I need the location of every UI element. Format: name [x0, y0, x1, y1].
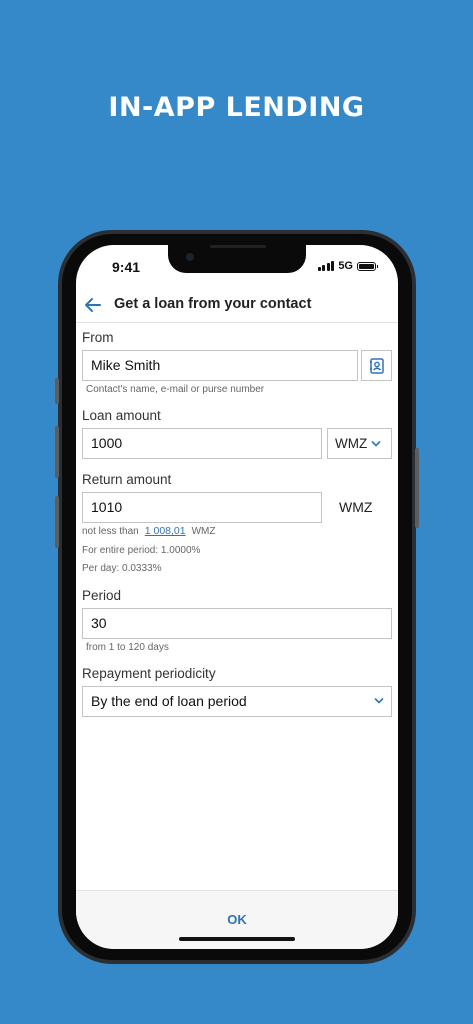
phone-screen: 9:41 5G Get a loan from your contact Fro… [76, 245, 398, 949]
per-day-rate: Per day: 0.0333% [82, 563, 162, 574]
chevron-down-icon [371, 440, 381, 447]
from-hint: Contact's name, e-mail or purse number [86, 384, 265, 395]
battery-icon [357, 261, 378, 271]
status-indicators: 5G [317, 260, 378, 272]
repayment-select[interactable]: By the end of loan period [82, 686, 392, 717]
loan-currency-select[interactable]: WMZ [327, 428, 392, 459]
from-label: From [82, 330, 114, 345]
period-label: Period [82, 588, 122, 603]
min-return-link[interactable]: 1 008,01 [145, 525, 186, 537]
chevron-down-icon [374, 698, 384, 704]
loan-amount-input[interactable]: 1000 [82, 428, 322, 459]
page-title: Get a loan from your contact [114, 296, 312, 312]
mute-switch [55, 378, 59, 404]
status-time: 9:41 [112, 259, 141, 275]
loan-amount-label: Loan amount [82, 408, 161, 423]
min-return-prefix: not less than [82, 526, 139, 537]
speaker [210, 245, 266, 248]
notch [168, 245, 306, 273]
contact-book-icon [369, 357, 384, 374]
from-input[interactable]: Mike Smith [82, 350, 358, 381]
home-indicator [179, 937, 295, 941]
repayment-value: By the end of loan period [91, 693, 247, 709]
signal-icon [317, 261, 335, 271]
volume-down-button [55, 496, 59, 548]
network-type: 5G [338, 260, 353, 272]
entire-period-rate: For entire period: 1.0000% [82, 545, 201, 556]
repayment-label: Repayment periodicity [82, 666, 216, 681]
app-header: Get a loan from your contact [76, 288, 398, 323]
contact-picker-button[interactable] [361, 350, 392, 381]
min-return-currency: WMZ [191, 526, 216, 537]
period-input[interactable]: 30 [82, 608, 392, 639]
camera-icon [186, 253, 194, 261]
min-return-line: not less than 1 008,01 WMZ [82, 525, 215, 537]
volume-up-button [55, 426, 59, 478]
return-amount-input[interactable]: 1010 [82, 492, 322, 523]
promo-title: IN-APP LENDING [108, 92, 365, 123]
back-arrow-icon[interactable] [82, 294, 104, 316]
phone-frame: 9:41 5G Get a loan from your contact Fro… [55, 230, 419, 964]
loan-currency-value: WMZ [335, 436, 368, 451]
period-hint: from 1 to 120 days [86, 642, 169, 653]
return-amount-label: Return amount [82, 472, 172, 487]
return-currency: WMZ [339, 499, 373, 515]
power-button [415, 448, 419, 528]
footer-bar: OK [76, 890, 398, 949]
